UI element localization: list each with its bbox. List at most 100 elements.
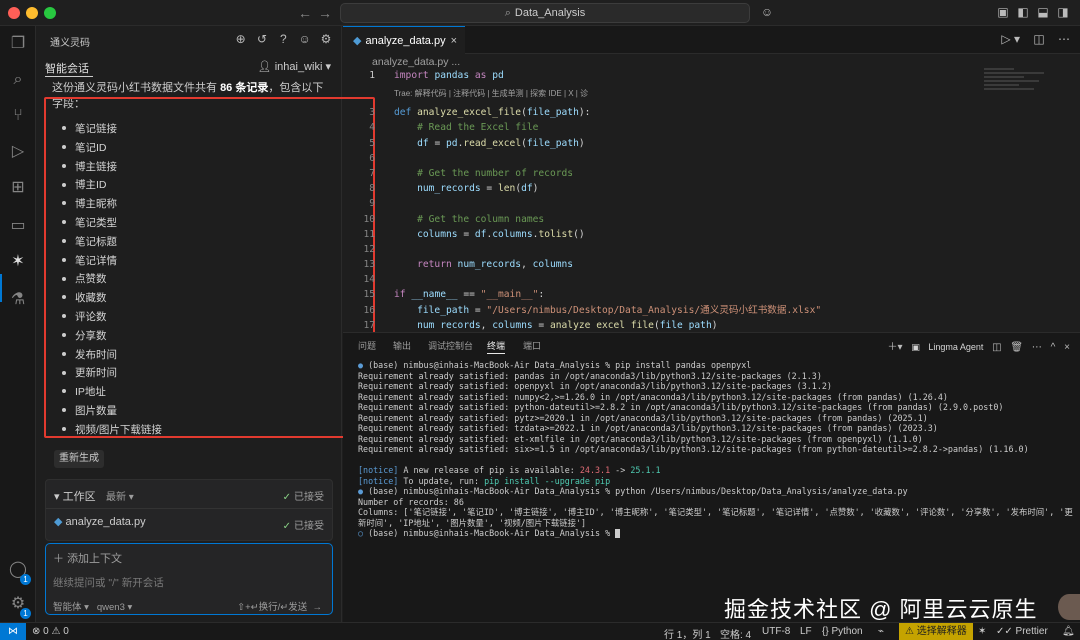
terminal-line: Requirement already satisfied: pandas in…	[358, 370, 822, 381]
field-list-item: 发布时间	[58, 346, 162, 365]
regenerate-button[interactable]: 重新生成	[54, 450, 104, 468]
terminal-output[interactable]: ● (base) nimbus@inhais-MacBook-Air Data_…	[358, 360, 1073, 539]
close-panel-icon[interactable]: ×	[1064, 342, 1070, 353]
toggle-panel-icon[interactable]: ⬓	[1036, 5, 1050, 19]
bullet-icon	[62, 145, 66, 150]
more-actions-icon[interactable]: ⋯	[1058, 32, 1070, 46]
help-icon[interactable]: ?	[276, 32, 290, 46]
editor-actions: ▷ ▾ ◫ ⋯	[991, 32, 1070, 46]
cursor-position[interactable]: 行 1，列 1	[664, 626, 711, 640]
minimap[interactable]	[984, 68, 1064, 108]
code-line: 7 # Get the number of records	[369, 167, 574, 179]
settings-sync-icon[interactable]: ⌁	[878, 626, 884, 637]
check-circle-icon: ✓	[282, 521, 291, 532]
split-terminal-icon[interactable]: ◫	[992, 342, 1001, 353]
copilot-icon[interactable]: ☺	[760, 5, 774, 19]
tab-smart-chat[interactable]: 智能会话	[45, 60, 89, 76]
testing-icon[interactable]: ⚗	[6, 288, 30, 312]
field-list-item: 分享数	[58, 327, 162, 346]
field-list-item: IP地址	[58, 383, 162, 402]
panel-actions: ⊕ ↺ ? ☺ ⚙	[230, 32, 333, 46]
editor-tab-bar: ◆ analyze_data.py × ▷ ▾ ◫ ⋯	[343, 26, 1080, 54]
lingma-icon[interactable]: ✶	[6, 250, 30, 274]
encoding[interactable]: UTF-8	[762, 626, 790, 637]
remote-explorer-icon[interactable]: ▭	[6, 214, 30, 238]
new-chat-icon[interactable]: ⊕	[234, 32, 248, 46]
customize-layout-icon[interactable]: ▣	[996, 5, 1010, 19]
source-control-icon[interactable]: ⑂	[6, 104, 30, 128]
toggle-secondary-sidebar-icon[interactable]: ◨	[1056, 5, 1070, 19]
history-icon[interactable]: ↺	[255, 32, 269, 46]
chat-input-box[interactable]: ＋ 添加上下文 继续提问或 "/" 新开会话 智能体 ▾ qwen3 ▾ ⇧+↵…	[45, 543, 333, 615]
tab-output[interactable]: 输出	[393, 339, 411, 352]
terminal-line: ● (base) nimbus@inhais-MacBook-Air Data_…	[358, 486, 908, 496]
bullet-icon	[62, 239, 66, 243]
indentation[interactable]: 空格: 4	[720, 626, 751, 640]
back-arrow-icon[interactable]: ←	[298, 5, 312, 21]
code-line: 3 def analyze_excel_file(file_path):	[369, 107, 591, 119]
ai-codelens[interactable]: Trae: 解释代码 | 注释代码 | 生成单测 | 探索 IDE | X | …	[343, 83, 983, 105]
bullet-icon	[62, 426, 66, 431]
language-mode[interactable]: {} Python	[822, 626, 863, 637]
workspace-filter[interactable]: 最新 ▾	[106, 488, 134, 503]
code-line: 9	[369, 198, 375, 210]
remote-indicator-icon[interactable]: ⋈	[0, 623, 26, 640]
zoom-window-button[interactable]	[44, 7, 56, 19]
bottom-panel: 问题 输出 调试控制台 终端 端口 ＋▾ ▣ Lingma Agent ◫ 🗑︎…	[343, 332, 1080, 622]
send-icon[interactable]: →	[313, 602, 323, 613]
code-line: 5 df = pd.read_excel(file_path)	[369, 137, 585, 149]
status-bar: ⋈ ⊗ 0 ⚠ 0 行 1，列 1 空格: 4 UTF-8 LF {} Pyth…	[0, 622, 1080, 640]
python-file-icon: ◆	[353, 35, 362, 47]
field-list-item: 笔记链接	[58, 120, 162, 139]
explorer-icon[interactable]: ❐	[6, 32, 30, 56]
tab-terminal[interactable]: 终端	[487, 339, 505, 352]
model-selector[interactable]: qwen3 ▾	[97, 602, 132, 613]
problems-indicator[interactable]: ⊗ 0 ⚠ 0	[32, 626, 69, 637]
tab-debug-console[interactable]: 调试控制台	[428, 339, 473, 352]
tab-ports[interactable]: 端口	[523, 339, 541, 352]
add-context-button[interactable]: ＋ 添加上下文	[53, 550, 122, 566]
forward-arrow-icon[interactable]: →	[318, 5, 332, 21]
run-debug-icon[interactable]: ▷	[6, 140, 30, 164]
search-icon: ⌕	[504, 7, 511, 19]
search-icon[interactable]: ⌕	[6, 68, 30, 92]
code-line: 1 import pandas as pd	[369, 70, 504, 81]
minimize-window-button[interactable]	[26, 7, 38, 19]
code-line: 4 # Read the Excel file	[369, 122, 539, 134]
settings-gear-icon[interactable]: ⚙	[319, 32, 333, 46]
record-count: 86 条记录	[220, 82, 269, 94]
extensions-icon[interactable]: ⊞	[6, 176, 30, 200]
warning-icon: ⚠	[51, 626, 61, 637]
field-list-item: 笔记详情	[58, 252, 162, 271]
command-center-search[interactable]: ⌕ Data_Analysis	[340, 3, 750, 23]
workspace-title[interactable]: ▾ 工作区	[54, 488, 96, 504]
tab-analyze-data[interactable]: ◆ analyze_data.py ×	[343, 26, 465, 54]
lingma-status-icon[interactable]: ✶	[978, 626, 986, 637]
terminal-selector[interactable]: ▣ Lingma Agent	[911, 342, 983, 352]
toggle-sidebar-icon[interactable]: ◧	[1016, 5, 1030, 19]
chat-input-placeholder[interactable]: 继续提问或 "/" 新开会话	[53, 575, 164, 590]
field-list-item: 图片数量	[58, 402, 162, 421]
more-icon[interactable]: ⋯	[1032, 342, 1042, 353]
account-badge: 1	[20, 574, 31, 585]
new-terminal-icon[interactable]: ＋▾	[888, 342, 903, 353]
prettier-status[interactable]: ✓✓ Prettier	[996, 626, 1048, 637]
notifications-bell-icon[interactable]: 🔔︎	[1062, 626, 1075, 637]
split-editor-icon[interactable]: ◫	[1033, 32, 1044, 46]
field-list-item: 笔记ID	[58, 139, 162, 158]
mode-selector[interactable]: 智能体 ▾	[53, 602, 89, 613]
terminal-line: [notice] A new release of pip is availab…	[358, 465, 661, 475]
workspace-file[interactable]: ◆ analyze_data.py	[54, 515, 146, 528]
line-endings[interactable]: LF	[800, 626, 812, 637]
close-tab-icon[interactable]: ×	[451, 27, 457, 55]
close-window-button[interactable]	[8, 7, 20, 19]
maximize-panel-icon[interactable]: ^	[1051, 342, 1056, 353]
tab-problems[interactable]: 问题	[358, 339, 376, 352]
kill-terminal-icon[interactable]: 🗑︎	[1010, 342, 1023, 353]
user-selector[interactable]: 👤︎ inhai_wiki ▾	[258, 60, 331, 73]
code-editor[interactable]: 1 import pandas as pd Trae: 解释代码 | 注释代码 |…	[343, 68, 983, 330]
breadcrumb[interactable]: analyze_data.py ...	[372, 56, 460, 68]
select-interpreter-button[interactable]: ⚠ 选择解释器	[899, 623, 973, 640]
run-icon[interactable]: ▷ ▾	[1001, 32, 1020, 46]
feedback-icon[interactable]: ☺	[298, 32, 312, 46]
